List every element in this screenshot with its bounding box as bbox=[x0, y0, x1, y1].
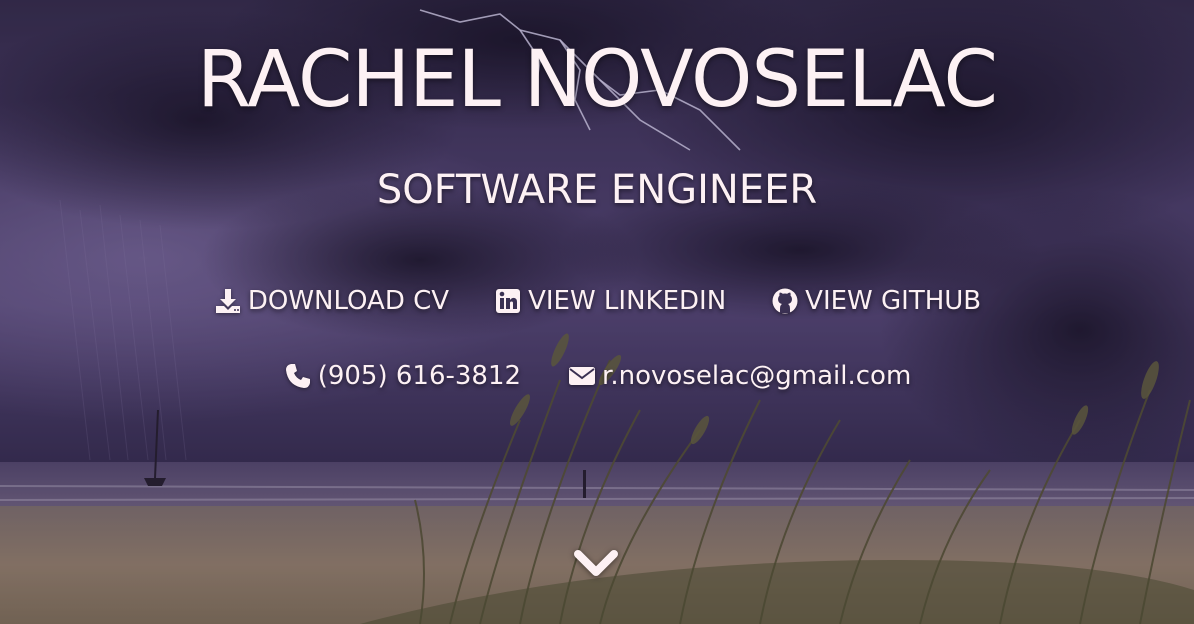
chevron-down-icon bbox=[574, 550, 618, 576]
phone-link[interactable]: (905) 616-3812 bbox=[283, 358, 521, 394]
download-cv-button[interactable]: DOWNLOAD CV bbox=[213, 283, 449, 319]
view-linkedin-label: VIEW LINKEDIN bbox=[528, 286, 727, 316]
email-address: r.novoselac@gmail.com bbox=[602, 361, 912, 391]
view-github-link[interactable]: VIEW GITHUB bbox=[770, 283, 981, 319]
action-links: DOWNLOAD CV VIEW LINKEDIN VIEW GITHUB bbox=[0, 282, 1194, 320]
hero-section: RACHEL NOVOSELAC SOFTWARE ENGINEER DOWNL… bbox=[0, 0, 1194, 624]
view-linkedin-link[interactable]: VIEW LINKEDIN bbox=[493, 283, 726, 319]
page-title: RACHEL NOVOSELAC bbox=[197, 35, 998, 125]
contact-links: (905) 616-3812 r.novoselac@gmail.com bbox=[0, 357, 1194, 395]
envelope-icon bbox=[567, 361, 597, 391]
email-link[interactable]: r.novoselac@gmail.com bbox=[567, 358, 911, 394]
job-title: SOFTWARE ENGINEER bbox=[376, 167, 818, 213]
scroll-down-button[interactable] bbox=[573, 545, 619, 581]
download-icon bbox=[213, 286, 243, 316]
view-github-label: VIEW GITHUB bbox=[805, 286, 982, 316]
download-cv-label: DOWNLOAD CV bbox=[247, 286, 450, 316]
phone-icon bbox=[283, 361, 313, 391]
github-icon bbox=[770, 286, 800, 316]
phone-number: (905) 616-3812 bbox=[317, 361, 522, 391]
linkedin-icon bbox=[493, 286, 523, 316]
hero-content: RACHEL NOVOSELAC SOFTWARE ENGINEER DOWNL… bbox=[0, 0, 1194, 624]
